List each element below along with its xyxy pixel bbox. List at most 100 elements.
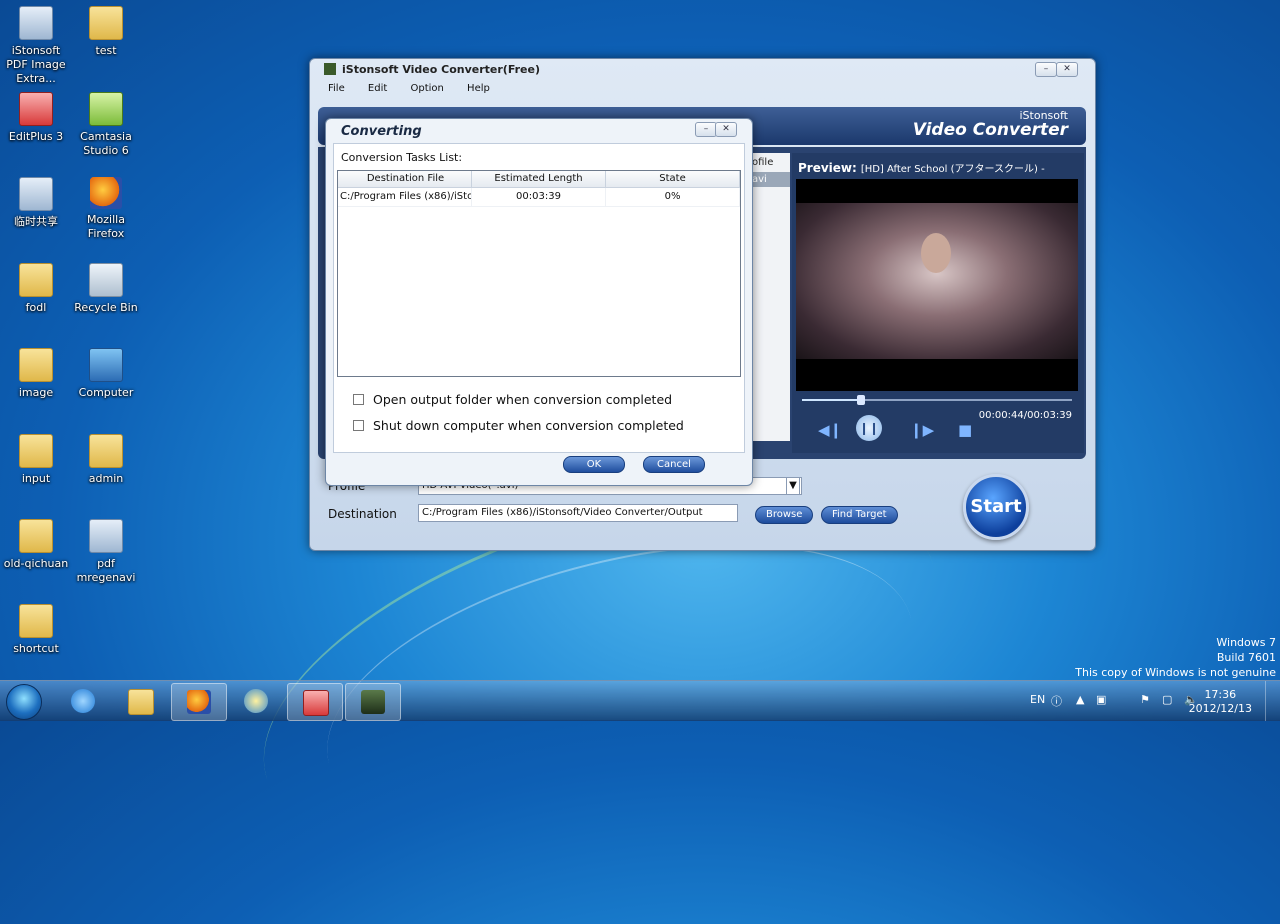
column-estimated-length[interactable]: Estimated Length bbox=[472, 171, 607, 187]
pause-button[interactable]: ❙❙ bbox=[856, 415, 882, 441]
windows-start-icon[interactable] bbox=[6, 684, 42, 720]
previous-icon[interactable]: ◀❙ bbox=[818, 421, 842, 439]
folder-icon bbox=[89, 434, 123, 468]
desktop-icon-old-qichuan[interactable]: old-qichuan bbox=[0, 519, 72, 571]
open-folder-option[interactable]: Open output folder when conversion compl… bbox=[353, 392, 672, 407]
taskbar-ie[interactable] bbox=[56, 683, 110, 719]
list-header: ofile bbox=[752, 157, 774, 168]
language-indicator[interactable]: EN bbox=[1030, 693, 1045, 706]
taskbar-app[interactable] bbox=[229, 683, 283, 719]
cell-file: C:/Program Files (x86)/iStons bbox=[338, 188, 473, 206]
tray-expand-icon[interactable]: ▲ bbox=[1076, 693, 1084, 706]
desktop-icon-test[interactable]: test bbox=[70, 6, 142, 58]
preview-title: [HD] After School (アフタースクール) - bbox=[860, 164, 1045, 175]
open-folder-checkbox[interactable] bbox=[353, 394, 364, 405]
start-button[interactable]: Start bbox=[963, 474, 1029, 540]
minimize-button[interactable]: – bbox=[1035, 62, 1057, 77]
video-preview bbox=[796, 179, 1078, 391]
desktop-icon-fodl[interactable]: fodl bbox=[0, 263, 72, 315]
clock-time: 17:36 bbox=[1204, 688, 1237, 701]
recycle-bin-icon bbox=[89, 263, 123, 297]
ok-button[interactable]: OK bbox=[563, 456, 625, 473]
clock[interactable]: 17:36 2012/12/13 bbox=[1189, 688, 1252, 716]
taskbar-firefox[interactable] bbox=[171, 683, 227, 721]
folder-icon bbox=[19, 604, 53, 638]
shortcut-share-icon bbox=[19, 177, 53, 211]
desktop-icon-camtasia[interactable]: Camtasia Studio 6 bbox=[70, 92, 142, 158]
list-item[interactable]: avi bbox=[750, 172, 790, 187]
seek-progress bbox=[802, 399, 862, 401]
menu-file[interactable]: File bbox=[328, 83, 345, 94]
file-list: ofile avi bbox=[750, 153, 790, 441]
firefox-icon bbox=[187, 690, 211, 714]
app-icon bbox=[244, 689, 268, 713]
shutdown-option[interactable]: Shut down computer when conversion compl… bbox=[353, 418, 684, 433]
editplus-icon bbox=[19, 92, 53, 126]
column-destination-file[interactable]: Destination File bbox=[338, 171, 473, 187]
desktop-icon-share[interactable]: 临时共享 bbox=[0, 177, 72, 229]
tasks-list-label: Conversion Tasks List: bbox=[341, 151, 463, 164]
desktop-icon-editplus[interactable]: EditPlus 3 bbox=[0, 92, 72, 144]
menu-option[interactable]: Option bbox=[410, 83, 443, 94]
taskbar-explorer[interactable] bbox=[113, 683, 167, 719]
cell-length: 00:03:39 bbox=[472, 188, 607, 206]
desktop-icon-istonsoft-pdf[interactable]: iStonsoft PDF Image Extra... bbox=[0, 6, 72, 86]
video-frame bbox=[796, 203, 1078, 359]
show-desktop-button[interactable] bbox=[1265, 681, 1280, 721]
dialog-minimize-button[interactable]: – bbox=[695, 122, 717, 137]
folder-icon bbox=[19, 348, 53, 382]
folder-icon bbox=[19, 519, 53, 553]
taskbar-editplus[interactable] bbox=[287, 683, 343, 721]
table-header: Destination File Estimated Length State bbox=[338, 171, 741, 188]
window-title: iStonsoft Video Converter(Free) bbox=[324, 63, 540, 76]
table-row[interactable]: C:/Program Files (x86)/iStons 00:03:39 0… bbox=[338, 188, 741, 207]
desktop-icon-computer[interactable]: Computer bbox=[70, 348, 142, 400]
brand-logo: iStonsoft Video Converter bbox=[912, 109, 1068, 140]
taskbar-video-converter[interactable] bbox=[345, 683, 401, 721]
dialog-body: Conversion Tasks List: Destination File … bbox=[333, 143, 745, 453]
menu-help[interactable]: Help bbox=[467, 83, 490, 94]
dialog-close-button[interactable]: ✕ bbox=[715, 122, 737, 137]
file-icon bbox=[89, 519, 123, 553]
help-icon[interactable]: ⓘ bbox=[1051, 693, 1062, 709]
shutdown-checkbox[interactable] bbox=[353, 420, 364, 431]
preview-panel: Preview: [HD] After School (アフタースクール) - 0… bbox=[792, 153, 1084, 453]
close-button[interactable]: ✕ bbox=[1056, 62, 1078, 77]
desktop-icon-firefox[interactable]: Mozilla Firefox bbox=[70, 177, 142, 241]
cell-state: 0% bbox=[606, 188, 741, 206]
folder-icon bbox=[89, 6, 123, 40]
desktop-icon-input[interactable]: input bbox=[0, 434, 72, 486]
next-icon[interactable]: ❙▶ bbox=[910, 421, 934, 439]
computer-icon bbox=[89, 348, 123, 382]
destination-input[interactable]: C:/Program Files (x86)/iStonsoft/Video C… bbox=[418, 504, 738, 522]
cancel-button[interactable]: Cancel bbox=[643, 456, 705, 473]
desktop-icon-admin[interactable]: admin bbox=[70, 434, 142, 486]
firefox-icon bbox=[90, 177, 122, 209]
desktop-icon-recycle-bin[interactable]: Recycle Bin bbox=[70, 263, 142, 315]
desktop-icon-shortcut[interactable]: shortcut bbox=[0, 604, 72, 656]
video-converter-icon bbox=[361, 690, 385, 714]
folder-icon bbox=[128, 689, 154, 715]
seek-bar[interactable] bbox=[802, 395, 1072, 405]
pdf-app-icon bbox=[19, 6, 53, 40]
folder-icon bbox=[19, 434, 53, 468]
destination-label: Destination bbox=[328, 507, 397, 521]
network-icon[interactable]: ▣ bbox=[1096, 693, 1106, 706]
desktop-icon-image[interactable]: image bbox=[0, 348, 72, 400]
taskbar: EN ⓘ ▲ ▣ ⚑ ▢ 🔈 17:36 2012/12/13 bbox=[0, 680, 1280, 721]
browse-button[interactable]: Browse bbox=[755, 506, 814, 524]
desktop-icon-pdf-mregenavi[interactable]: pdf mregenavi bbox=[70, 519, 142, 585]
find-target-button[interactable]: Find Target bbox=[821, 506, 898, 524]
preview-label: Preview: bbox=[798, 161, 857, 175]
dialog-title: Converting bbox=[341, 124, 422, 139]
resize-grip[interactable] bbox=[1085, 540, 1095, 550]
chevron-down-icon[interactable]: ▼ bbox=[786, 477, 800, 495]
stop-icon[interactable]: ■ bbox=[958, 421, 972, 439]
menu-edit[interactable]: Edit bbox=[368, 83, 387, 94]
camtasia-icon bbox=[89, 92, 123, 126]
seek-handle[interactable] bbox=[857, 395, 866, 405]
display-icon[interactable]: ▢ bbox=[1162, 693, 1172, 706]
column-state[interactable]: State bbox=[606, 171, 741, 187]
flag-icon[interactable]: ⚑ bbox=[1140, 693, 1150, 706]
internet-explorer-icon bbox=[71, 689, 95, 713]
